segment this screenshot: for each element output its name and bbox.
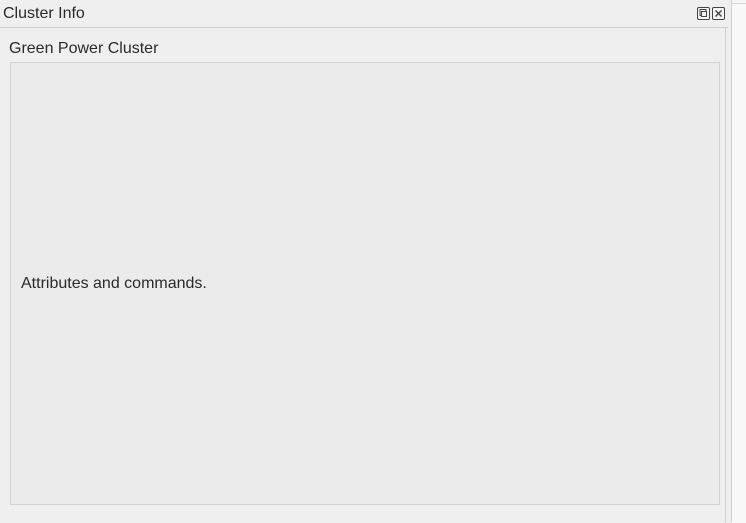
cluster-description-text: Attributes and commands. bbox=[21, 275, 207, 292]
dock-title-buttons bbox=[697, 7, 725, 20]
dock-title-bar: Cluster Info bbox=[0, 0, 728, 28]
float-icon[interactable] bbox=[697, 7, 710, 20]
close-icon[interactable] bbox=[712, 7, 725, 20]
cluster-description-box: Attributes and commands. bbox=[10, 62, 720, 505]
adjacent-panel-edge bbox=[731, 0, 746, 523]
cluster-info-panel: Green Power Cluster Attributes and comma… bbox=[0, 28, 726, 522]
adjacent-panel-inner bbox=[732, 3, 746, 523]
cluster-name-label: Green Power Cluster bbox=[9, 40, 159, 57]
dock-title: Cluster Info bbox=[3, 5, 85, 22]
